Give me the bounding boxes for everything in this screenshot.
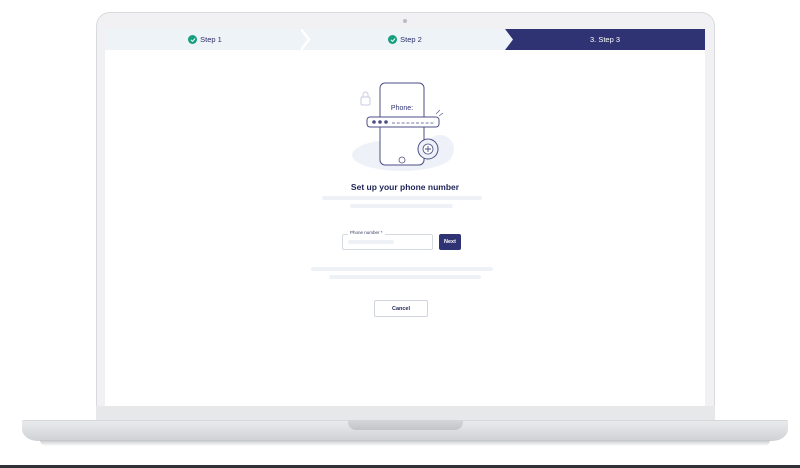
laptop-notch [348,420,463,430]
cancel-button[interactable]: Cancel [374,300,428,317]
plus-circle-icon [417,138,439,160]
step-2-label: Step 2 [400,35,422,44]
lock-icon [360,91,371,106]
placeholder-line [350,204,453,208]
placeholder-line [329,275,481,279]
check-icon [388,35,398,44]
camera-dot [403,19,407,23]
placeholder-line [311,267,493,271]
step-1-label: Step 1 [200,35,222,44]
step-3[interactable]: 3. Step 3 [505,29,705,50]
phone-label: Phone: [391,105,413,112]
laptop-bezel-bottom [96,406,715,420]
page-title: Set up your phone number [350,182,460,192]
check-icon [188,35,198,44]
next-button[interactable]: Next [439,234,461,250]
stepper: Step 1 Step 2 3. Step 3 [105,29,705,50]
step-2[interactable]: Step 2 [305,29,505,50]
phone-number-placeholder [348,240,394,244]
phone-illustration: Phone: [350,81,460,173]
phone-number-label: Phone number * [348,230,385,236]
step-3-label: 3. Step 3 [589,35,621,44]
placeholder-line [322,196,482,200]
screen: Step 1 Step 2 3. Step 3 Phone: Set up yo… [105,29,705,406]
step-1[interactable]: Step 1 [105,29,305,50]
laptop-shadow [40,440,770,446]
